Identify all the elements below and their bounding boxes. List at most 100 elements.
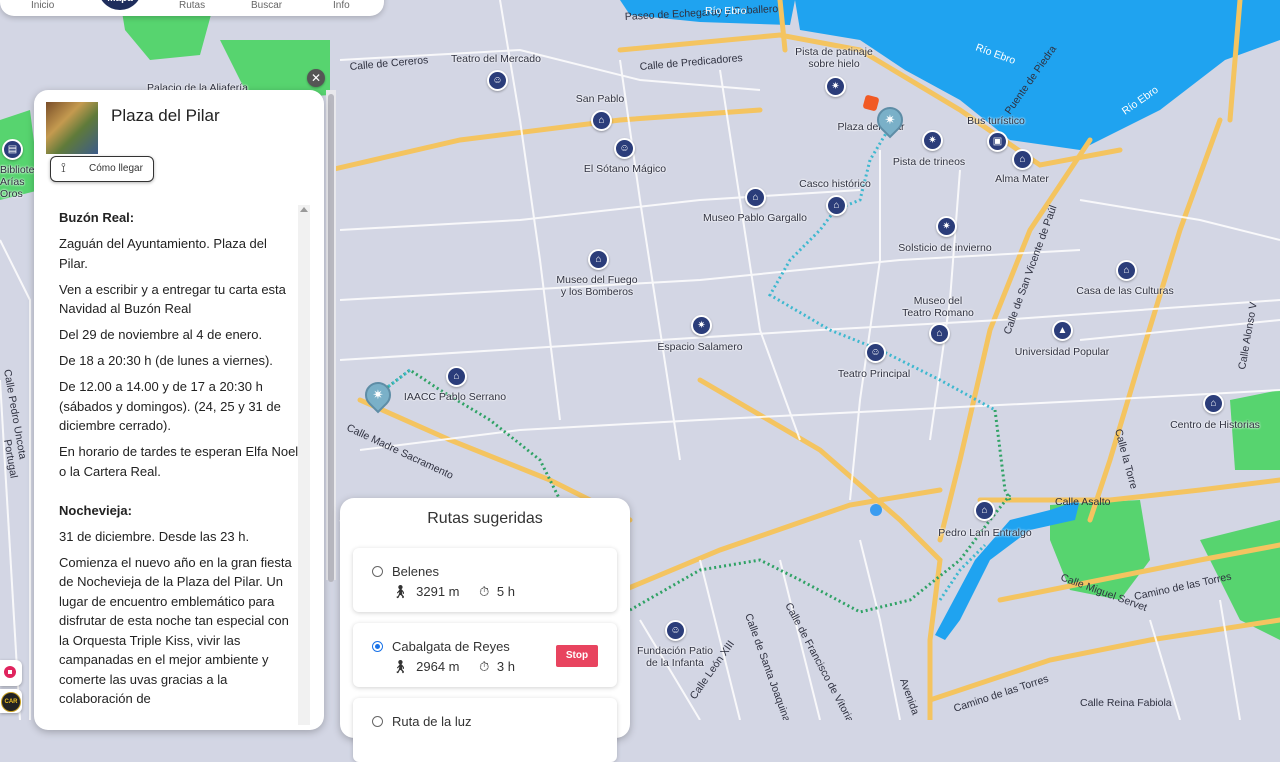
walking-icon: 🚶︎ — [392, 659, 409, 674]
how-to-get-button[interactable]: ⟟ Cómo llegar — [50, 156, 154, 182]
route-name: Cabalgata de Reyes — [392, 639, 510, 654]
nav-rutas[interactable]: Rutas — [179, 0, 205, 11]
poi-label: San Pablo — [575, 93, 625, 105]
route-radio[interactable] — [372, 716, 383, 727]
car-widget-button[interactable]: CAR — [0, 689, 22, 713]
theater-icon[interactable]: ☺ — [487, 70, 508, 91]
poi-label: Casa de las Culturas — [1076, 285, 1174, 297]
graduation-cap-icon[interactable]: ▲ — [1052, 320, 1073, 341]
poi-label: Teatro Principal — [837, 368, 911, 380]
poi-label: Pista de patinaje sobre hielo — [795, 46, 873, 70]
poi-label: Biblioteca Arías Oros — [0, 164, 34, 200]
user-location-dot — [870, 504, 882, 516]
route-name: Belenes — [392, 564, 439, 579]
top-navigation-bar: Inicio Mapa Rutas Buscar Info — [0, 0, 384, 16]
description-paragraph: Zaguán del Ayuntamiento. Plaza del Pilar… — [59, 236, 267, 271]
section-heading: Buzón Real: — [59, 210, 135, 225]
stop-route-button[interactable]: Stop — [556, 645, 598, 667]
timer-icon: ⏱︎ — [479, 584, 490, 599]
close-panel-button[interactable]: ✕ — [307, 69, 325, 87]
how-to-get-label: Cómo llegar — [89, 163, 143, 174]
scroll-up-icon[interactable] — [300, 207, 308, 212]
museum-icon[interactable]: ⌂ — [1012, 149, 1033, 170]
poi-label: Universidad Popular — [1014, 346, 1110, 358]
place-title: Plaza del Pilar — [111, 106, 220, 125]
museum-icon[interactable]: ⌂ — [929, 323, 950, 344]
library-icon[interactable]: ▤ — [2, 139, 23, 160]
route-card-luz[interactable]: Ruta de la luz — [353, 698, 617, 762]
bus-icon[interactable]: ▣ — [987, 131, 1008, 152]
routes-title: Rutas sugeridas — [427, 510, 543, 527]
museum-icon[interactable]: ⌂ — [446, 366, 467, 387]
panel-scrollbar[interactable] — [326, 90, 336, 582]
museum-icon[interactable]: ⌂ — [826, 195, 847, 216]
scrollbar-thumb[interactable] — [328, 94, 334, 582]
theater-icon[interactable]: ☺ — [665, 620, 686, 641]
place-thumbnail — [46, 102, 98, 154]
route-card-belenes[interactable]: Belenes 🚶︎ 3291 m ⏱︎ 5 h — [353, 548, 617, 612]
poi-label: Museo del Fuego y los Bomberos — [556, 274, 638, 298]
poi-label: Fundación Patio de la Infanta — [637, 645, 713, 669]
description-paragraph: Ven a escribir y a entregar tu carta est… — [59, 281, 286, 317]
route-radio-selected[interactable] — [372, 641, 383, 652]
route-duration: 5 h — [496, 584, 515, 599]
house-icon[interactable]: ⌂ — [974, 500, 995, 521]
poi-label: Alma Mater — [995, 173, 1049, 185]
poi-label: Teatro del Mercado — [451, 53, 541, 65]
museum-icon[interactable]: ⌂ — [588, 249, 609, 270]
route-card-cabalgata[interactable]: Cabalgata de Reyes 🚶︎ 2964 m ⏱︎ 3 h Stop — [353, 623, 617, 687]
poi-label: Centro de Historias — [1170, 419, 1260, 431]
suggested-routes-panel: Rutas sugeridas Belenes 🚶︎ 3291 m ⏱︎ 5 h… — [340, 498, 630, 762]
walking-icon: 🚶︎ — [392, 584, 409, 599]
museum-icon[interactable]: ⌂ — [745, 187, 766, 208]
poi-label: Museo del Teatro Romano — [902, 295, 974, 319]
museum-icon[interactable]: ⌂ — [1116, 260, 1137, 281]
star-icon[interactable]: ✷ — [691, 315, 712, 336]
place-detail-panel: Plaza del Pilar ⟟ Cómo llegar Buzón Real… — [34, 90, 324, 730]
street-label: Calle Reina Fabiola — [1080, 697, 1172, 709]
street-label: Calle Asalto — [1055, 496, 1111, 508]
description-paragraph: Del 29 de noviembre al 4 de enero. — [59, 327, 263, 342]
museum-icon[interactable]: ⌂ — [1203, 393, 1224, 414]
description-paragraph: Comienza el nuevo año en la gran fiesta … — [59, 554, 292, 707]
star-icon[interactable]: ✷ — [936, 216, 957, 237]
route-radio[interactable] — [372, 566, 383, 577]
description-paragraph: En horario de tardes te esperan Elfa Noe… — [59, 444, 299, 479]
star-icon[interactable]: ✷ — [922, 130, 943, 151]
nav-mapa[interactable]: Mapa — [98, 0, 142, 10]
river-label: Río Ebro — [705, 5, 747, 17]
description-paragraph: De 18 a 20:30 h (de lunes a viernes). — [59, 353, 273, 368]
description-paragraph: 31 de diciembre. Desde las 23 h. — [59, 528, 250, 544]
route-stats: 🚶︎ 3291 m ⏱︎ 5 h — [392, 584, 519, 600]
route-distance: 3291 m — [416, 584, 460, 599]
route-stats: 🚶︎ 2964 m ⏱︎ 3 h — [392, 659, 519, 675]
poi-label: El Sótano Mágico — [583, 163, 667, 175]
car-badge-icon: CAR — [1, 692, 21, 712]
description-scrollbar[interactable] — [298, 205, 310, 725]
section-heading: Nochevieja: — [59, 502, 132, 518]
route-name: Ruta de la luz — [392, 714, 472, 729]
theater-icon[interactable]: ☺ — [614, 138, 635, 159]
route-distance: 2964 m — [416, 659, 460, 674]
poi-label: Casco histórico — [799, 178, 871, 190]
description-paragraph: De 12.00 a 14.00 y de 17 a 20:30 h (sába… — [59, 379, 281, 433]
timer-icon: ⏱︎ — [479, 659, 490, 674]
poi-label: Espacio Salamero — [657, 341, 743, 353]
record-widget-button[interactable] — [0, 660, 22, 686]
poi-label: IAACC Pablo Serrano — [403, 391, 507, 403]
star-icon[interactable]: ✷ — [825, 76, 846, 97]
route-duration: 3 h — [496, 659, 515, 674]
nav-buscar[interactable]: Buscar — [251, 0, 282, 11]
stop-record-icon — [4, 666, 16, 678]
museum-icon[interactable]: ⌂ — [591, 110, 612, 131]
theater-icon[interactable]: ☺ — [865, 342, 886, 363]
poi-label: Pedro Laín Entralgo — [938, 527, 1032, 539]
nav-inicio[interactable]: Inicio — [31, 0, 54, 11]
directions-icon: ⟟ — [61, 160, 66, 175]
poi-label: Solsticio de invierno — [898, 242, 992, 254]
poi-label: Museo Pablo Gargallo — [703, 212, 807, 224]
poi-label: Bus turístico — [967, 115, 1025, 127]
poi-label: Pista de trineos — [892, 156, 966, 168]
nav-info[interactable]: Info — [333, 0, 350, 11]
